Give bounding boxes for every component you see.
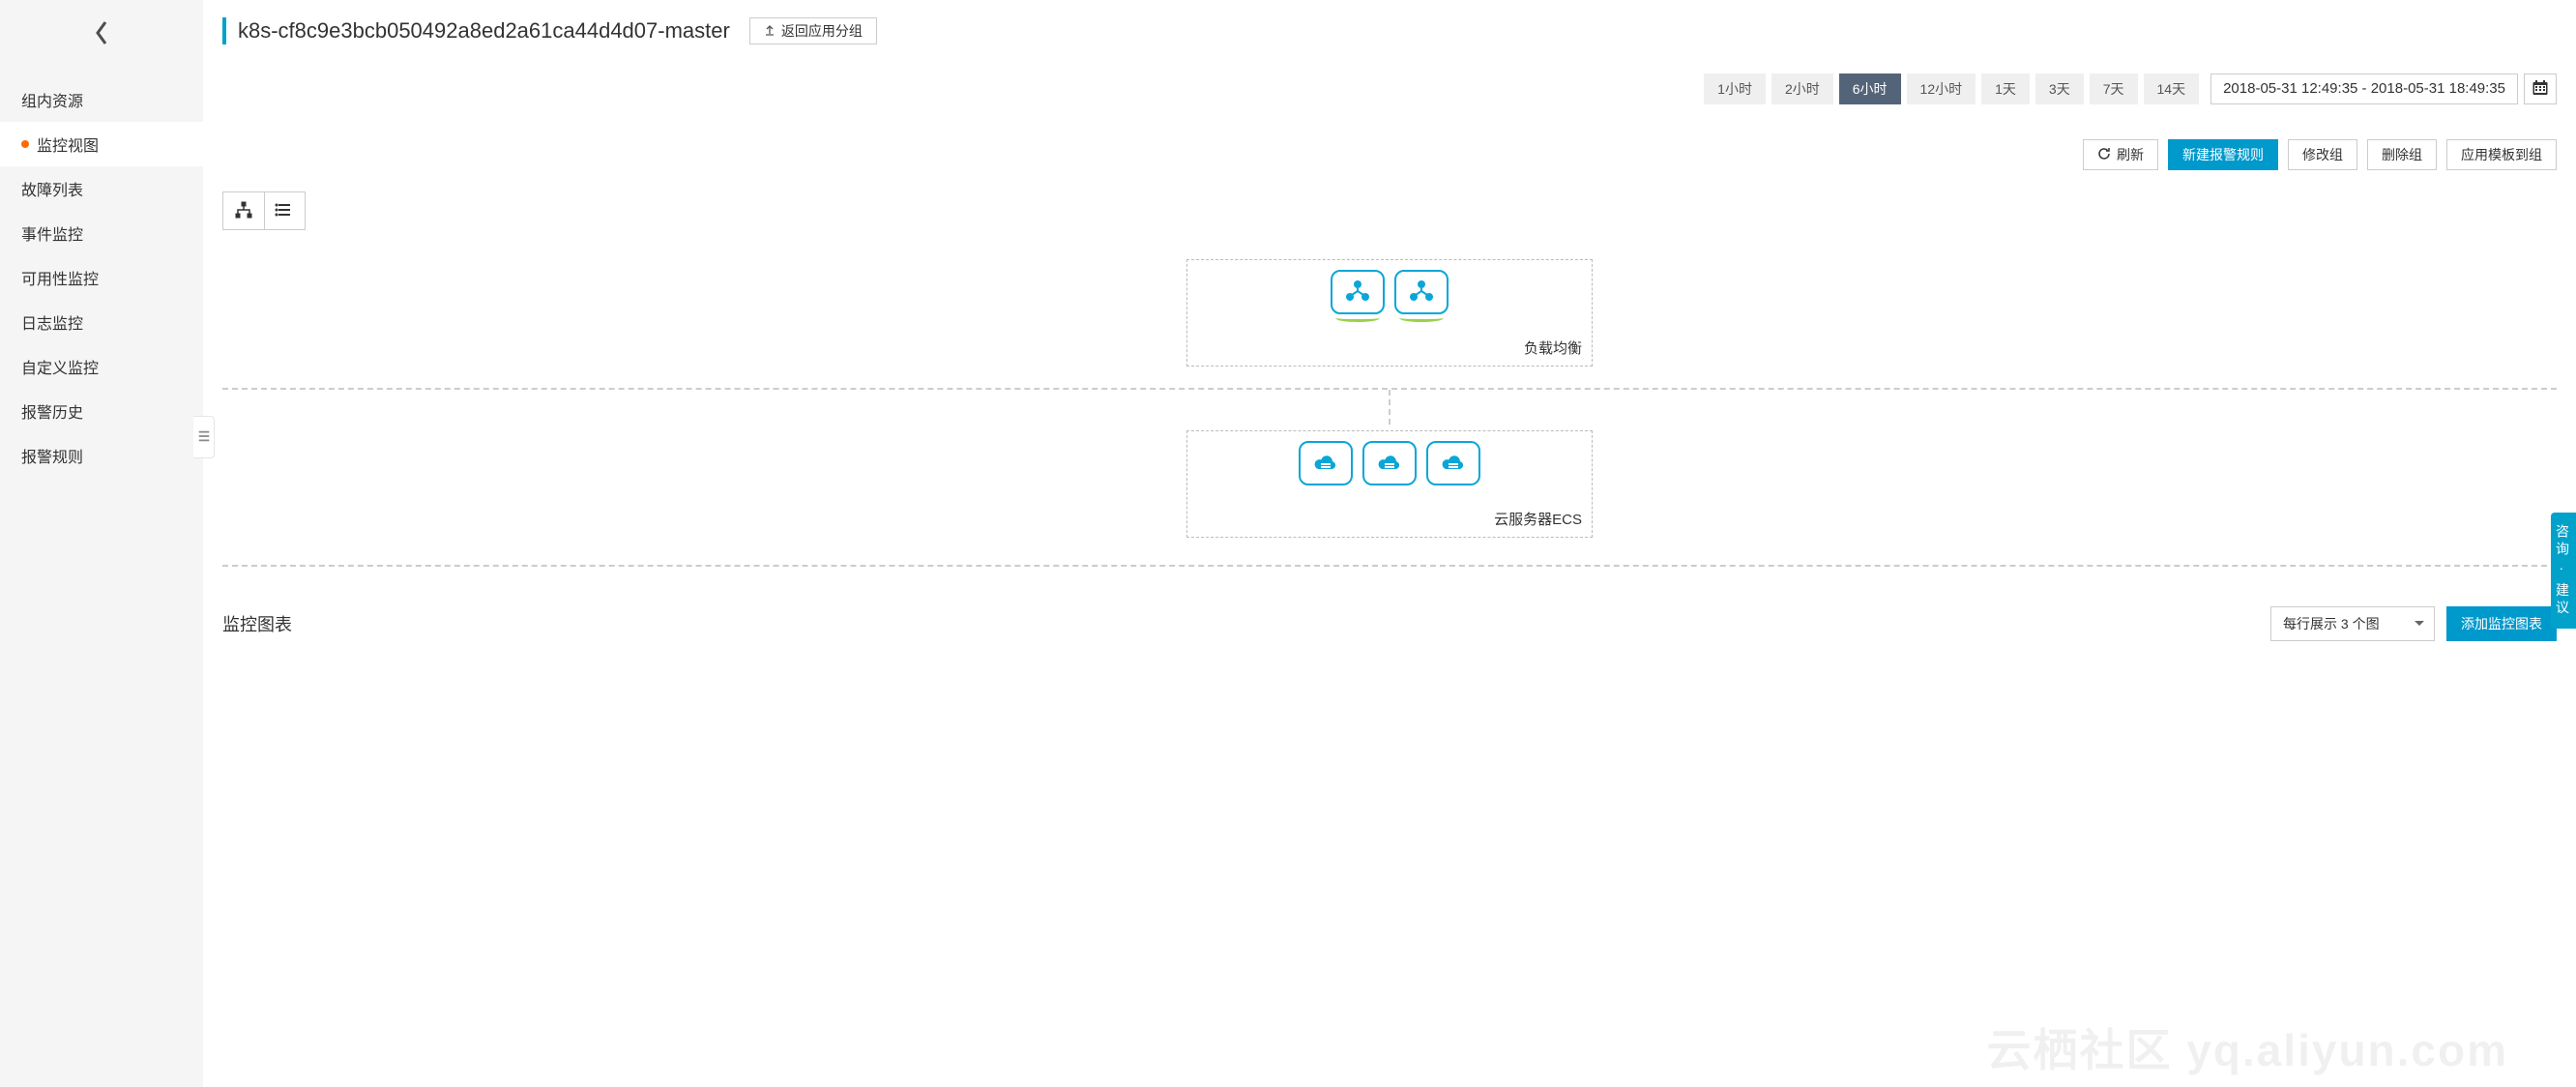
- list-view-toggle[interactable]: [264, 192, 306, 229]
- time-seg-12h[interactable]: 12小时: [1907, 73, 1976, 104]
- sidebar-item-monitor-view[interactable]: 监控视图: [0, 122, 203, 166]
- sidebar-item-label: 报警规则: [21, 444, 83, 467]
- watermark: 云栖社区 yq.aliyun.com: [1986, 1015, 2508, 1079]
- calendar-icon: [2532, 79, 2549, 100]
- main-content: k8s-cf8c9e3bcb050492a8ed2a61ca44d4d07-ma…: [203, 0, 2576, 1087]
- ecs-node[interactable]: [1426, 441, 1480, 485]
- time-range-display[interactable]: 2018-05-31 12:49:35 - 2018-05-31 18:49:3…: [2210, 73, 2518, 104]
- topology-view-toggle[interactable]: [223, 192, 264, 229]
- sidebar-item-label: 报警历史: [21, 399, 83, 423]
- time-segments: 1小时 2小时 6小时 12小时 1天 3天 7天 14天: [1704, 73, 2199, 104]
- time-seg-6h[interactable]: 6小时: [1839, 73, 1901, 104]
- back-button[interactable]: [0, 0, 203, 68]
- chevron-left-icon: [93, 19, 110, 49]
- topology-divider: [222, 565, 2557, 567]
- chart-header: 监控图表 每行展示 3 个图 添加监控图表: [222, 600, 2557, 648]
- node-status-icon: [1335, 314, 1380, 322]
- time-seg-7d[interactable]: 7天: [2090, 73, 2138, 104]
- sidebar-item-label: 监控视图: [37, 132, 99, 156]
- sidebar-item-availability[interactable]: 可用性监控: [0, 255, 203, 300]
- title-marker: [222, 17, 226, 44]
- slb-node[interactable]: [1331, 270, 1385, 314]
- time-seg-1d[interactable]: 1天: [1981, 73, 2030, 104]
- select-label: 每行展示 3 个图: [2283, 614, 2380, 633]
- cloud-server-icon: [1439, 450, 1468, 478]
- sidebar-item-label: 日志监控: [21, 310, 83, 334]
- sidebar-item-alert-history[interactable]: 报警历史: [0, 389, 203, 433]
- sidebar-menu: 组内资源 监控视图 故障列表 事件监控 可用性监控 日志监控 自定义监控: [0, 68, 203, 478]
- button-label: 返回应用分组: [781, 21, 863, 41]
- delete-group-button[interactable]: 删除组: [2367, 139, 2437, 170]
- time-range-row: 1小时 2小时 6小时 12小时 1天 3天 7天 14天 2018-05-31…: [222, 66, 2557, 112]
- button-label: 删除组: [2382, 145, 2422, 164]
- node-status-icon: [1399, 314, 1444, 322]
- charts-per-row-select[interactable]: 每行展示 3 个图: [2270, 606, 2435, 641]
- sidebar-item-custom-monitor[interactable]: 自定义监控: [0, 344, 203, 389]
- sidebar-item-log-monitor[interactable]: 日志监控: [0, 300, 203, 344]
- button-label: 刷新: [2117, 145, 2144, 164]
- button-label: 修改组: [2302, 145, 2343, 164]
- topology-icon: [234, 200, 253, 222]
- page-header: k8s-cf8c9e3bcb050492a8ed2a61ca44d4d07-ma…: [222, 0, 2557, 62]
- apply-template-button[interactable]: 应用模板到组: [2446, 139, 2557, 170]
- time-seg-2h[interactable]: 2小时: [1771, 73, 1833, 104]
- button-label: 添加监控图表: [2461, 614, 2542, 633]
- topology-box-slb[interactable]: 负载均衡: [1186, 259, 1593, 367]
- cloud-server-icon: [1375, 450, 1404, 478]
- calendar-button[interactable]: [2524, 73, 2557, 104]
- ecs-node[interactable]: [1299, 441, 1353, 485]
- ecs-node[interactable]: [1362, 441, 1417, 485]
- load-balancer-icon: [1343, 279, 1372, 307]
- topology-box-label: 云服务器ECS: [1197, 509, 1582, 529]
- refresh-button[interactable]: 刷新: [2083, 139, 2158, 170]
- time-seg-3d[interactable]: 3天: [2035, 73, 2084, 104]
- button-label: 新建报警规则: [2182, 145, 2264, 164]
- chart-section-title: 监控图表: [222, 611, 292, 636]
- view-toggle: [222, 191, 306, 230]
- return-to-groups-button[interactable]: 返回应用分组: [749, 17, 877, 44]
- refresh-icon: [2097, 147, 2111, 163]
- topology-connector: [1389, 390, 1390, 425]
- sidebar-item-label: 故障列表: [21, 177, 83, 200]
- sidebar-item-label: 组内资源: [21, 88, 83, 111]
- help-tab-label: 咨询 · 建议: [2555, 524, 2570, 617]
- sidebar-item-event-monitor[interactable]: 事件监控: [0, 211, 203, 255]
- list-icon: [275, 200, 294, 222]
- slb-node[interactable]: [1394, 270, 1449, 314]
- topology-box-label: 负载均衡: [1197, 338, 1582, 358]
- sidebar-item-label: 自定义监控: [21, 355, 99, 378]
- upload-icon: [764, 23, 776, 39]
- sidebar-item-alert-rules[interactable]: 报警规则: [0, 433, 203, 478]
- sidebar-item-label: 可用性监控: [21, 266, 99, 289]
- time-seg-14d[interactable]: 14天: [2144, 73, 2200, 104]
- modify-group-button[interactable]: 修改组: [2288, 139, 2357, 170]
- new-alert-rule-button[interactable]: 新建报警规则: [2168, 139, 2278, 170]
- time-seg-1h[interactable]: 1小时: [1704, 73, 1766, 104]
- topology-box-ecs[interactable]: 云服务器ECS: [1186, 430, 1593, 538]
- help-feedback-tab[interactable]: 咨询 · 建议: [2551, 513, 2576, 629]
- button-label: 应用模板到组: [2461, 145, 2542, 164]
- add-chart-button[interactable]: 添加监控图表: [2446, 606, 2557, 641]
- page-title: k8s-cf8c9e3bcb050492a8ed2a61ca44d4d07-ma…: [238, 18, 730, 44]
- active-dot-icon: [21, 140, 29, 148]
- sidebar-item-label: 事件监控: [21, 221, 83, 245]
- topology-area: 负载均衡: [222, 259, 2557, 567]
- sidebar-item-resources[interactable]: 组内资源: [0, 77, 203, 122]
- load-balancer-icon: [1407, 279, 1436, 307]
- cloud-server-icon: [1311, 450, 1340, 478]
- sidebar-item-fault-list[interactable]: 故障列表: [0, 166, 203, 211]
- action-row: 刷新 新建报警规则 修改组 删除组 应用模板到组: [222, 128, 2557, 182]
- sidebar: 组内资源 监控视图 故障列表 事件监控 可用性监控 日志监控 自定义监控: [0, 0, 203, 1087]
